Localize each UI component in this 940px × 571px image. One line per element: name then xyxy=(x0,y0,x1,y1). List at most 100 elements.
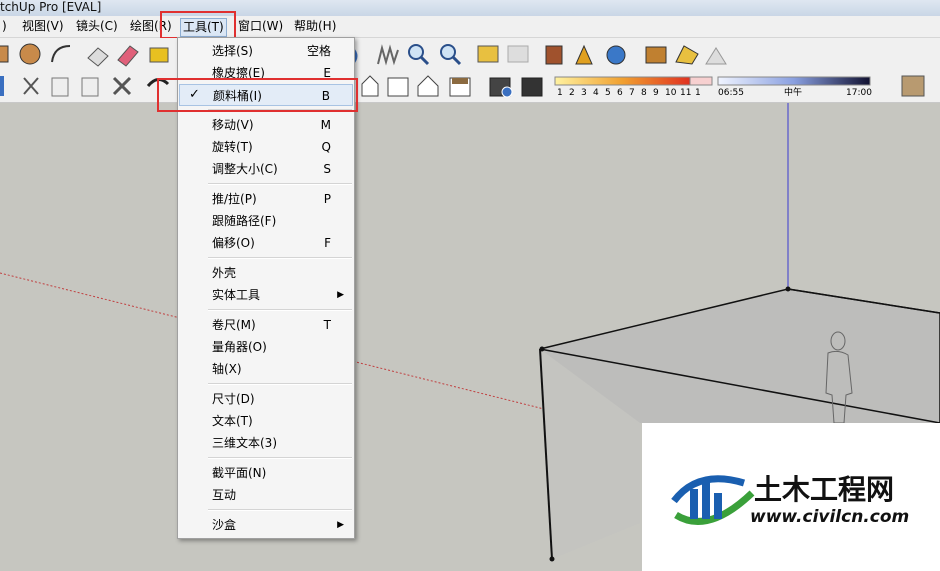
menu-item-solid-tools[interactable]: 实体工具 ▶ xyxy=(179,284,353,306)
menu-item-interact[interactable]: 互动 xyxy=(179,484,353,506)
shortcut-key: S xyxy=(323,162,331,176)
month-label: 11 xyxy=(680,88,692,98)
month-label: 5 xyxy=(605,88,611,98)
shortcut-key: T xyxy=(323,318,331,332)
circle-tool-icon xyxy=(19,43,41,65)
menu-item-label: 推/拉(P) xyxy=(212,192,257,206)
arc-tool-icon xyxy=(51,45,71,63)
menu-item-dimensions[interactable]: 尺寸(D) xyxy=(179,388,353,410)
copy-icon xyxy=(51,77,69,97)
menu-item-follow-me[interactable]: 跟随路径(F) xyxy=(179,210,353,232)
month-label: 4 xyxy=(593,88,599,98)
menu-item-label: 跟随路径(F) xyxy=(212,214,277,228)
month-label: 9 xyxy=(653,88,659,98)
window-title: tchUp Pro [EVAL] xyxy=(0,0,102,14)
menu-separator xyxy=(208,509,352,511)
menu-item-label: 移动(V) xyxy=(212,118,254,132)
paste-icon xyxy=(81,77,99,97)
window-titlebar: tchUp Pro [EVAL] xyxy=(0,0,940,16)
menu-item-label: 调整大小(C) xyxy=(212,162,278,176)
menu-separator xyxy=(208,257,352,259)
month-label: 7 xyxy=(629,88,635,98)
month-label: 1 xyxy=(557,88,563,98)
month-label: 1 xyxy=(695,88,701,98)
menu-item-text[interactable]: 文本(T) xyxy=(179,410,353,432)
sandbox-icon xyxy=(901,75,925,97)
shortcut-key: F xyxy=(324,236,331,250)
delete-icon xyxy=(112,76,132,96)
menu-separator xyxy=(208,383,352,385)
menu-window[interactable]: 窗口(W) xyxy=(236,18,285,35)
menu-item-push-pull[interactable]: 推/拉(P) P xyxy=(179,188,353,210)
left-view-icon xyxy=(417,75,439,97)
watermark-url: www.civilcn.com xyxy=(750,507,910,527)
cut-icon xyxy=(23,77,39,95)
time-noon-label: 中午 xyxy=(784,88,803,98)
paint-bucket-highlight-box xyxy=(157,78,358,112)
time-labels: 06:55 中午 17:00 xyxy=(718,87,878,99)
menu-bar: ) 视图(V) 镜头(C) 绘图(R) 工具(T) 窗口(W) 帮助(H) xyxy=(0,16,940,38)
menu-item-label: 文本(T) xyxy=(212,414,253,428)
menu-item-offset[interactable]: 偏移(O) F xyxy=(179,232,353,254)
menu-camera[interactable]: 镜头(C) xyxy=(74,18,120,35)
menu-item-sandbox[interactable]: 沙盒 ▶ xyxy=(179,514,353,536)
shortcut-key: Q xyxy=(321,140,331,154)
warehouse-icon xyxy=(545,45,563,65)
previous-view-icon xyxy=(477,45,499,63)
menu-item-label: 互动 xyxy=(212,488,237,502)
menu-item-label: 尺寸(D) xyxy=(212,392,255,406)
next-view-icon xyxy=(507,45,529,63)
menu-view[interactable]: 视图(V) xyxy=(20,18,66,35)
shortcut-key: 空格 xyxy=(306,44,331,58)
menu-partial[interactable]: ) xyxy=(0,18,9,35)
menu-item-label: 选择(S) xyxy=(212,44,253,58)
menu-item-select[interactable]: 选择(S) 空格 xyxy=(179,40,353,62)
watermark: 土木工程网 www.civilcn.com xyxy=(642,423,940,571)
pan-icon xyxy=(377,44,399,66)
display-shadows-icon xyxy=(521,77,543,97)
menu-item-label: 三维文本(3) xyxy=(212,436,277,450)
menu-item-scale[interactable]: 调整大小(C) S xyxy=(179,158,353,180)
menu-item-label: 截平面(N) xyxy=(212,466,267,480)
toolbar-top xyxy=(0,38,940,70)
month-label: 8 xyxy=(641,88,647,98)
components-icon xyxy=(675,45,699,65)
time-slider[interactable] xyxy=(717,76,871,86)
menu-separator xyxy=(208,309,352,311)
google-earth-icon xyxy=(606,45,626,65)
shortcut-key: P xyxy=(323,192,331,206)
menu-item-tape-measure[interactable]: 卷尺(M) T xyxy=(179,314,353,336)
back-view-icon xyxy=(387,77,409,97)
select-strip-icon xyxy=(0,76,4,96)
month-labels: 1 2 3 4 5 6 7 8 9 10 11 1 xyxy=(555,87,715,99)
menu-separator xyxy=(208,457,352,459)
watermark-brand: 土木工程网 xyxy=(754,473,895,506)
menu-item-outer-shell[interactable]: 外壳 xyxy=(179,262,353,284)
tools-dropdown-menu: 选择(S) 空格 橡皮擦(E) E ✓ 颜料桶(I) B 移动(V) M 旋转(… xyxy=(177,37,355,539)
get-models-icon xyxy=(575,44,593,65)
menu-item-3d-text[interactable]: 三维文本(3) xyxy=(179,432,353,454)
menu-item-section-plane[interactable]: 截平面(N) xyxy=(179,462,353,484)
share-model-icon xyxy=(645,46,667,64)
submenu-arrow-icon: ▶ xyxy=(337,520,344,530)
menu-item-protractor[interactable]: 量角器(O) xyxy=(179,336,353,358)
month-label: 3 xyxy=(581,88,587,98)
month-label: 2 xyxy=(569,88,575,98)
month-label: 10 xyxy=(665,88,677,98)
house-outline-icon xyxy=(705,47,727,65)
menu-separator xyxy=(208,183,352,185)
menu-item-label: 偏移(O) xyxy=(212,236,255,250)
menu-help[interactable]: 帮助(H) xyxy=(292,18,338,35)
rectangle-tool-icon xyxy=(0,45,9,63)
toolbar-top-icons xyxy=(0,43,727,67)
menu-item-move[interactable]: 移动(V) M xyxy=(179,114,353,136)
month-slider[interactable] xyxy=(554,76,691,86)
tools-menu-highlight-box xyxy=(160,11,236,39)
menu-item-label: 实体工具 xyxy=(212,288,261,302)
menu-item-label: 轴(X) xyxy=(212,362,242,376)
menu-item-label: 量角器(O) xyxy=(212,340,267,354)
menu-item-rotate[interactable]: 旋转(T) Q xyxy=(179,136,353,158)
zoom-icon xyxy=(408,44,424,60)
front-view-icon xyxy=(361,75,379,97)
menu-item-axes[interactable]: 轴(X) xyxy=(179,358,353,380)
